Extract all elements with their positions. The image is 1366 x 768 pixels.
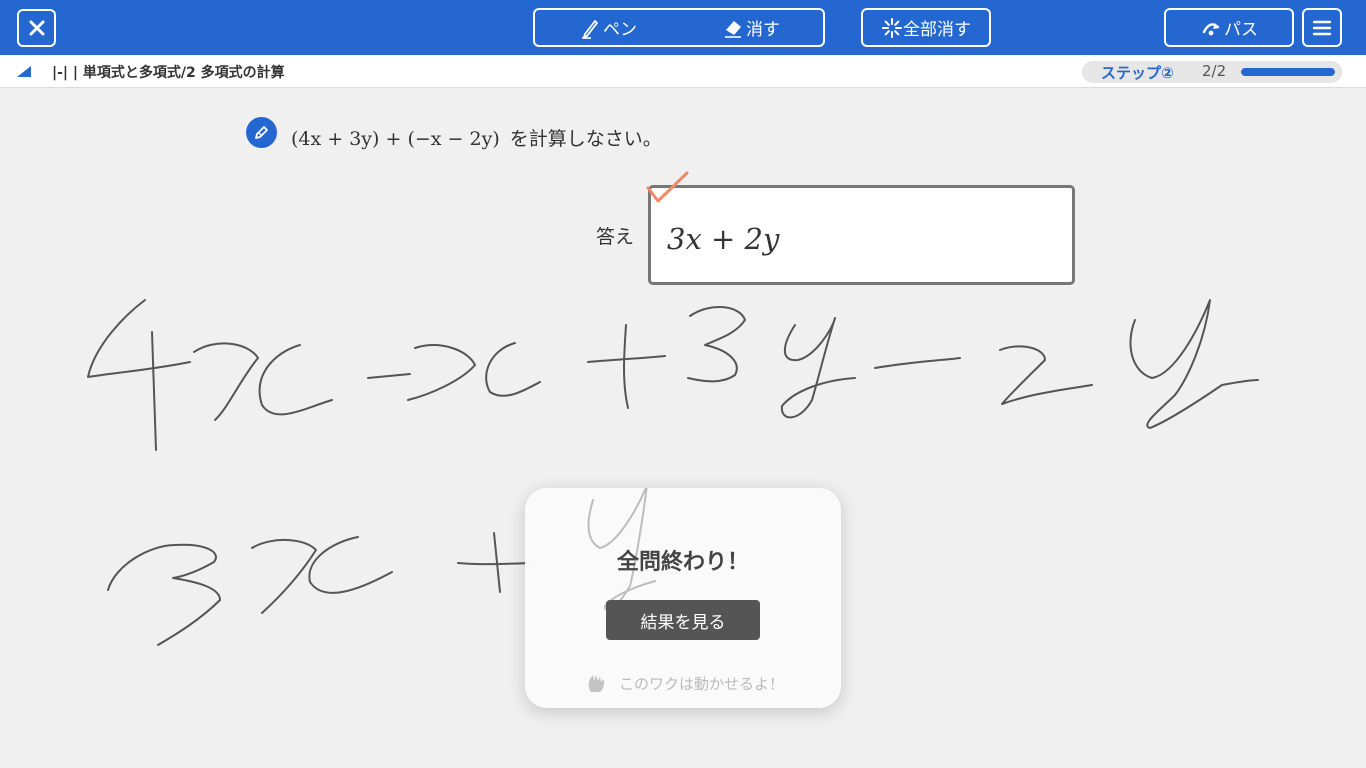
step-label: ステップ② [1101,64,1174,82]
hamburger-menu-icon [1312,20,1332,35]
ink-stroke [151,331,157,451]
ink-stroke [251,538,317,614]
answer-box[interactable]: 3x + 2y [648,185,1075,285]
ink-stroke [308,536,393,594]
drawing-tools: ペン 消す [533,8,825,47]
ink-stroke [999,345,1093,405]
ink-stroke [874,357,961,369]
step-count: 2/2 [1202,62,1227,80]
menu-button[interactable] [1302,8,1342,47]
ink-stroke [780,317,856,419]
breadcrumb: |-| | 単項式と多項式/2 多項式の計算 [52,65,285,81]
skip-arrow-icon [1202,22,1220,35]
hand-icon [588,675,604,692]
ink-stroke [367,373,411,379]
pass-label: パス [1224,20,1258,40]
close-button[interactable] [17,9,56,47]
pen-icon [582,19,598,39]
ink-stroke [407,344,476,401]
answer-label: 答え [596,226,635,248]
drag-hint-text: このワクは動かせるよ！ [619,674,785,693]
clear-all-label: 全部消す [903,20,971,40]
pen-label: ペン [603,20,637,40]
view-results-button[interactable]: 結果を見る [606,600,760,640]
ink-stroke [485,342,541,397]
ink-stroke [457,562,531,566]
ink-stroke [587,355,666,363]
breadcrumb-bar: |-| | 単項式と多項式/2 多項式の計算 ステップ② 2/2 [0,55,1366,88]
ink-stroke [193,342,259,421]
finish-title: 全問終わり！ [616,550,749,575]
finish-dialog[interactable]: 全問終わり！ 結果を見る このワクは動かせるよ！ [525,488,841,708]
pencil-circle-icon [255,126,268,139]
answer-value: 3x + 2y [667,222,780,256]
step-progress-bar [1241,68,1335,76]
pen-button[interactable]: ペン [579,10,637,45]
ink-stroke [687,305,746,383]
top-toolbar: ペン 消す 全部消す パス [0,0,1366,55]
correct-check-icon [646,171,689,203]
step-progress-fill [1241,68,1335,76]
clear-all-button[interactable]: 全部消す [861,8,991,47]
eraser-icon [725,20,741,38]
eraser-button[interactable]: 消す [722,10,780,45]
ink-stroke [493,532,501,593]
pass-button[interactable]: パス [1164,8,1294,47]
question-expression: (4x + 3y) + (−x − 2y) [291,128,500,150]
close-icon [29,20,44,36]
ink-stroke [107,543,221,646]
corner-triangle-icon [17,66,31,77]
question-text: (4x + 3y) + (−x − 2y) を計算しなさい。 [291,124,662,151]
question-instruction: を計算しなさい。 [509,128,662,150]
sparkle-icon [882,17,902,38]
ink-stroke [1129,299,1259,429]
eraser-label: 消す [746,20,780,40]
question-icon-badge [246,117,277,148]
ink-stroke [258,344,333,416]
step-indicator: ステップ② 2/2 [1082,61,1342,83]
drag-hint: このワクは動かせるよ！ [585,672,784,694]
ink-stroke [623,324,629,409]
ink-stroke [87,299,191,378]
